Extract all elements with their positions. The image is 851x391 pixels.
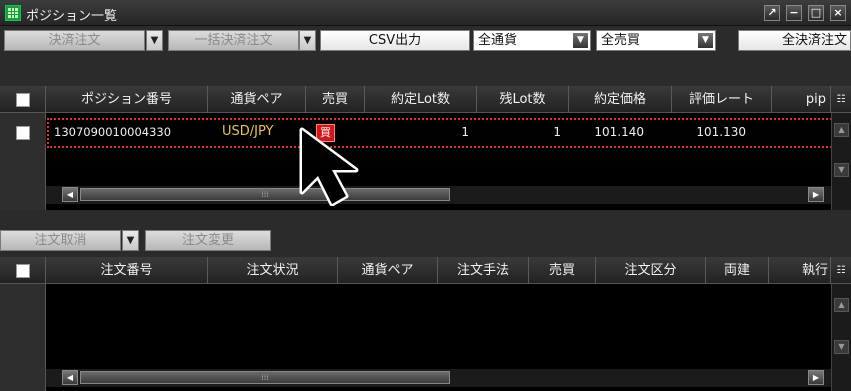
triangle-down-icon: ▼: [573, 33, 588, 48]
table-row[interactable]: 1307090010004330 USD/JPY 買 1 1 101.140 1…: [0, 120, 831, 144]
app-grid-icon: [5, 5, 21, 21]
order-select-all-cell: [0, 257, 46, 284]
header-eval-rate[interactable]: 評価レート: [672, 86, 772, 113]
triangle-down-icon: ▼: [150, 35, 159, 46]
header-exec-price[interactable]: 約定価格: [569, 86, 672, 113]
cell-position-no: 1307090010004330: [54, 125, 172, 139]
header-order-pair[interactable]: 通貨ペア: [338, 257, 438, 284]
minimize-button[interactable]: −: [786, 5, 802, 21]
row-checkbox-cell: [0, 120, 46, 144]
select-all-checkbox-cell: [0, 86, 46, 113]
arrow-pointer-icon: [299, 127, 359, 206]
horizontal-scroll-thumb[interactable]: ⁞⁞⁞: [80, 371, 450, 384]
cancel-order-button[interactable]: 注文取消: [0, 230, 121, 251]
scroll-left-icon[interactable]: ◀: [62, 370, 78, 385]
cell-exec-price: 101.140: [594, 125, 644, 139]
modify-order-button[interactable]: 注文変更: [145, 230, 271, 251]
header-execution[interactable]: 執行: [769, 257, 831, 284]
scroll-left-icon[interactable]: ◀: [62, 187, 78, 202]
header-position-no[interactable]: ポジション番号: [46, 86, 208, 113]
scroll-up-icon[interactable]: ▲: [834, 123, 849, 137]
triangle-down-icon: ▼: [303, 35, 312, 46]
title-bar: ポジション一覧 ↗ − □ ×: [0, 0, 851, 26]
scroll-down-icon[interactable]: ▼: [834, 340, 849, 354]
order-row-selector-column: [0, 284, 46, 391]
order-grid: 注文番号 注文状況 通貨ペア 注文手法 売買 注文区分 両建 執行 ☷ ▲ ▼ …: [0, 257, 851, 391]
order-vertical-scrollbar[interactable]: ▲ ▼: [831, 284, 851, 391]
cell-pip: [772, 120, 831, 144]
header-hedge[interactable]: 両建: [706, 257, 769, 284]
settle-order-button[interactable]: 決済注文: [4, 30, 145, 51]
scroll-right-icon[interactable]: ▶: [808, 187, 824, 202]
order-grid-header: 注文番号 注文状況 通貨ペア 注文手法 売買 注文区分 両建 執行 ☷: [0, 257, 851, 284]
position-toolbar: 決済注文 ▼ 一括決済注文 ▼ CSV出力 全通貨 ▼ 全売買 ▼ 全決済注文: [0, 26, 851, 54]
bulk-settle-button[interactable]: 一括決済注文: [168, 30, 299, 51]
select-all-checkbox[interactable]: [15, 92, 30, 107]
order-select-all-checkbox[interactable]: [15, 263, 30, 278]
order-toolbar: 注文取消 ▼ 注文変更: [0, 226, 851, 254]
header-order-no[interactable]: 注文番号: [46, 257, 208, 284]
all-settle-button[interactable]: 全決済注文: [738, 30, 851, 51]
order-column-settings-icon[interactable]: ☷: [831, 257, 851, 284]
header-order-side[interactable]: 売買: [529, 257, 596, 284]
cell-eval-rate: 101.130: [696, 125, 746, 139]
cell-remain-lot: 1: [553, 125, 561, 139]
currency-filter-value: 全通貨: [478, 33, 518, 48]
header-remain-lot[interactable]: 残Lot数: [477, 86, 569, 113]
scroll-right-icon[interactable]: ▶: [808, 370, 824, 385]
header-order-status[interactable]: 注文状況: [208, 257, 338, 284]
position-horizontal-scrollbar[interactable]: ◀ ⁞⁞⁞ ▶: [46, 186, 831, 204]
header-order-type[interactable]: 注文区分: [596, 257, 706, 284]
side-filter-value: 全売買: [601, 33, 641, 48]
order-horizontal-scrollbar[interactable]: ◀ ⁞⁞⁞ ▶: [46, 369, 831, 387]
header-pair[interactable]: 通貨ペア: [208, 86, 306, 113]
position-grid-header: ポジション番号 通貨ペア 売買 約定Lot数 残Lot数 約定価格 評価レート …: [0, 86, 851, 113]
position-list-window: ポジション一覧 ↗ − □ × 決済注文 ▼ 一括決済注文 ▼ CSV出力 全通…: [0, 0, 851, 391]
header-pip[interactable]: pip: [772, 86, 831, 113]
triangle-down-icon: ▼: [698, 33, 713, 48]
currency-filter-select[interactable]: 全通貨 ▼: [473, 30, 591, 51]
scroll-down-icon[interactable]: ▼: [834, 163, 849, 177]
header-exec-lot[interactable]: 約定Lot数: [365, 86, 477, 113]
settle-order-dropdown[interactable]: ▼: [146, 30, 163, 51]
maximize-button[interactable]: □: [808, 5, 824, 21]
window-title: ポジション一覧: [26, 9, 118, 24]
header-order-method[interactable]: 注文手法: [438, 257, 529, 284]
header-side[interactable]: 売買: [306, 86, 365, 113]
bulk-settle-dropdown[interactable]: ▼: [299, 30, 316, 51]
row-checkbox[interactable]: [16, 125, 30, 140]
side-filter-select[interactable]: 全売買 ▼: [596, 30, 716, 51]
position-grid: ポジション番号 通貨ペア 売買 約定Lot数 残Lot数 約定価格 評価レート …: [0, 86, 851, 210]
close-button[interactable]: ×: [830, 5, 846, 21]
position-vertical-scrollbar[interactable]: ▲ ▼: [831, 113, 851, 210]
scroll-up-icon[interactable]: ▲: [834, 298, 849, 312]
column-settings-icon[interactable]: ☷: [831, 86, 851, 113]
horizontal-scroll-thumb[interactable]: ⁞⁞⁞: [80, 188, 450, 201]
csv-export-button[interactable]: CSV出力: [320, 30, 470, 51]
triangle-down-icon: ▼: [126, 235, 135, 246]
cell-exec-lot: 1: [461, 125, 469, 139]
undock-button[interactable]: ↗: [764, 5, 780, 21]
cell-pair: USD/JPY: [222, 124, 274, 139]
cancel-order-dropdown[interactable]: ▼: [122, 230, 139, 251]
